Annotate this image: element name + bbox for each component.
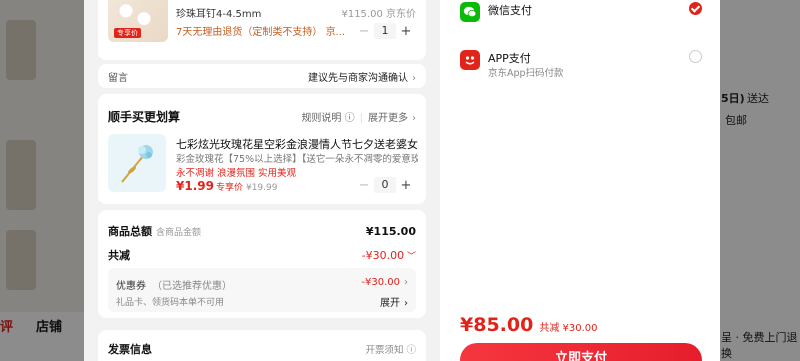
jd-app-icon	[460, 50, 480, 70]
discount-row[interactable]: 共减 -¥30.00 ﹀	[108, 247, 416, 263]
wechat-pay-icon	[460, 2, 480, 22]
increase-button[interactable]: +	[396, 178, 416, 193]
addon-product-tags: 永不凋谢 浪漫氛围 实用美观	[176, 168, 297, 179]
chevron-right-icon: ›	[404, 298, 408, 309]
product-quantity-stepper: − 1 +	[354, 23, 416, 39]
pay-now-button[interactable]: 立即支付	[460, 343, 702, 361]
addon-card: 顺手买更划算 规则说明 ⓘ | 展开更多 › 七彩炫光玫瑰花星空彩金浪漫情人节七夕送老…	[98, 94, 426, 204]
expand-more-link[interactable]: 展开更多 ›	[368, 113, 416, 124]
discount-value: -¥30.00	[361, 248, 405, 262]
gift-card-note: 礼品卡、领货码本单不可用	[116, 298, 225, 308]
payment-panel: 微信支付 APP支付 京东App扫码付款 ¥85.00 共减 ¥30.00 立即支…	[440, 0, 720, 361]
chevron-right-icon: ›	[404, 277, 408, 288]
coupon-row[interactable]: 优惠券 （已选推荐优惠）	[116, 277, 232, 292]
price-summary-card: 商品总额 含商品金额 ¥115.00 共减 -¥30.00 ﹀ 优惠券 （已选推荐优…	[98, 210, 426, 318]
payment-option-app[interactable]: APP支付 京东App扫码付款	[460, 42, 702, 79]
chevron-right-icon: ›	[412, 113, 416, 124]
payment-name: 微信支付	[488, 4, 532, 17]
addon-price: ¥1.99 专享价 ¥19.99	[176, 179, 278, 193]
invoice-label: 发票信息	[108, 343, 152, 356]
rules-link[interactable]: 规则说明 ⓘ	[301, 113, 354, 124]
message-label: 留言	[108, 72, 128, 84]
total-row: 商品总额 含商品金额 ¥115.00	[108, 224, 416, 239]
message-value: 建议先与商家沟通确认	[308, 72, 408, 84]
decrease-button[interactable]: −	[354, 178, 374, 193]
discount-detail: 优惠券 （已选推荐优惠） -¥30.00 › 礼品卡、领货码本单不可用 展开 ›	[108, 268, 416, 312]
expand-button[interactable]: 展开 ›	[380, 294, 408, 309]
payment-name: APP支付	[488, 52, 531, 65]
payment-radio-selected[interactable]	[689, 2, 702, 15]
total-value: ¥115.00	[365, 224, 416, 238]
help-icon: ⓘ	[406, 345, 416, 356]
addon-quantity-stepper: − 0 +	[354, 177, 416, 193]
product-image[interactable]: 专享价	[108, 0, 168, 42]
product-spec: 珍珠耳钉4-4.5mm	[176, 9, 262, 20]
product-image-tag: 专享价	[114, 28, 141, 38]
payment-option-wechat[interactable]: 微信支付	[460, 0, 702, 30]
addon-links: 规则说明 ⓘ | 展开更多 ›	[301, 113, 416, 124]
invoice-notice-link[interactable]: 开票须知 ⓘ	[365, 342, 416, 356]
addon-product-desc: 彩金玫瑰花【75%以上选择】【送它一朵永不凋零的爱意玫瑰】	[176, 154, 418, 165]
addon-product-name[interactable]: 七彩炫光玫瑰花星空彩金浪漫情人节七夕送老婆女友...	[176, 136, 418, 152]
total-saved: 共减 ¥30.00	[539, 323, 598, 334]
order-panel: 专享价 珍珠耳钉4-4.5mm ¥115.00 京东价 7天无理由退货（定制类不…	[84, 0, 440, 361]
addon-old-price: ¥19.99	[245, 183, 278, 193]
coupon-value[interactable]: -¥30.00 ›	[361, 277, 408, 288]
payment-radio[interactable]	[689, 50, 702, 63]
addon-title: 顺手买更划算	[108, 110, 181, 124]
invoice-card[interactable]: 发票信息 开票须知 ⓘ	[98, 330, 426, 361]
return-policy[interactable]: 7天无理由退货（定制类不支持） 京...	[176, 23, 345, 38]
total-amount: ¥85.00	[460, 314, 534, 336]
addon-product-image[interactable]	[108, 134, 166, 192]
message-row[interactable]: 留言 建议先与商家沟通确认 ›	[98, 64, 426, 88]
quantity-value[interactable]: 0	[374, 177, 396, 193]
decrease-button[interactable]: −	[354, 24, 374, 39]
quantity-value[interactable]: 1	[374, 23, 396, 39]
chevron-down-icon: ﹀	[404, 251, 416, 262]
increase-button[interactable]: +	[396, 24, 416, 39]
help-icon: ⓘ	[344, 113, 355, 124]
payment-desc: 京东App扫码付款	[488, 68, 564, 79]
product-price: ¥115.00 京东价	[341, 9, 416, 20]
chevron-right-icon: ›	[412, 72, 416, 84]
payment-total: ¥85.00 共减 ¥30.00	[460, 314, 598, 336]
product-card: 专享价 珍珠耳钉4-4.5mm ¥115.00 京东价 7天无理由退货（定制类不…	[98, 0, 426, 60]
